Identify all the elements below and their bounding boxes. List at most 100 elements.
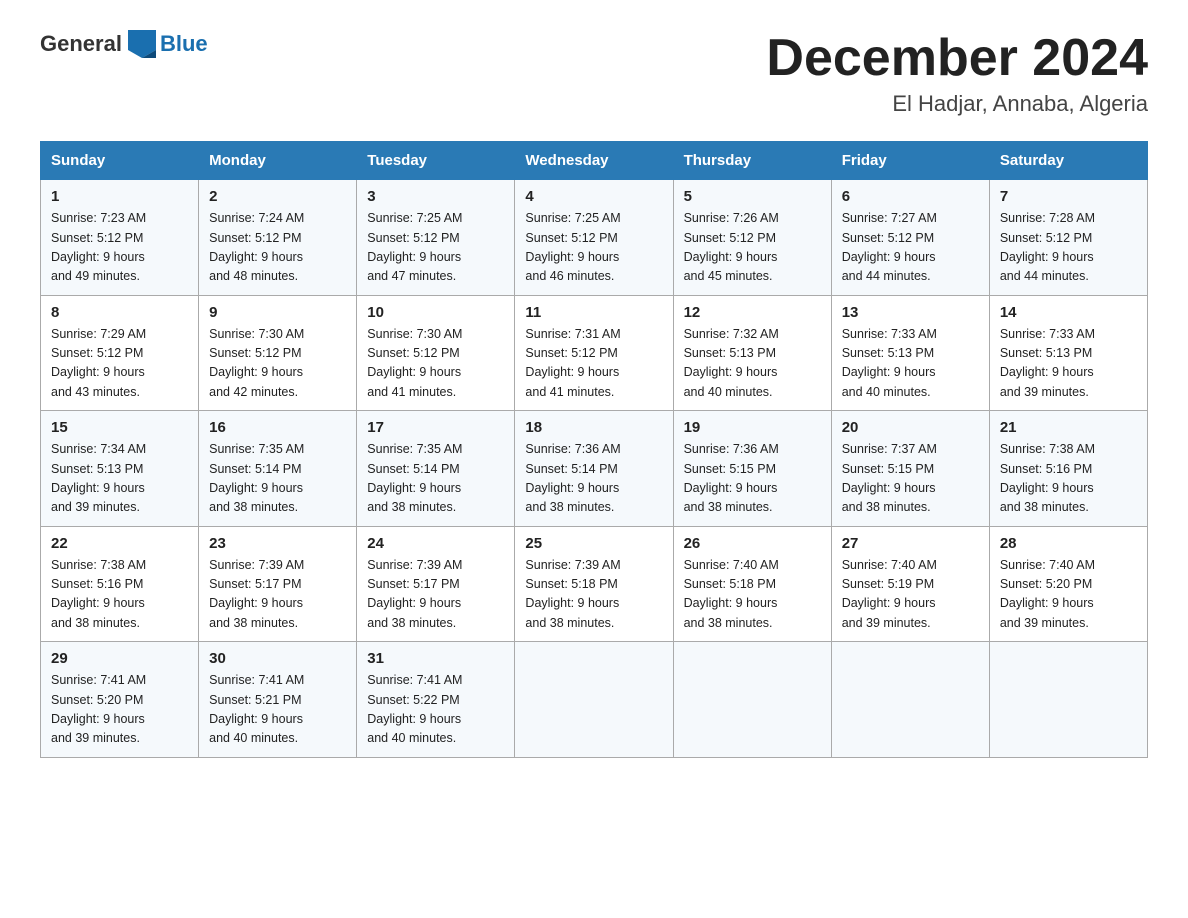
- day-info: Sunrise: 7:38 AM Sunset: 5:16 PM Dayligh…: [51, 556, 188, 634]
- calendar-cell: 16 Sunrise: 7:35 AM Sunset: 5:14 PM Dayli…: [199, 411, 357, 527]
- day-info: Sunrise: 7:34 AM Sunset: 5:13 PM Dayligh…: [51, 440, 188, 518]
- day-info: Sunrise: 7:23 AM Sunset: 5:12 PM Dayligh…: [51, 209, 188, 287]
- day-number: 25: [525, 535, 662, 552]
- day-info: Sunrise: 7:36 AM Sunset: 5:15 PM Dayligh…: [684, 440, 821, 518]
- title-block: December 2024 El Hadjar, Annaba, Algeria: [766, 30, 1148, 117]
- day-number: 23: [209, 535, 346, 552]
- page-header: General Blue December 2024 El Hadjar, An…: [40, 30, 1148, 117]
- day-number: 10: [367, 304, 504, 321]
- column-header-friday: Friday: [831, 142, 989, 180]
- day-number: 11: [525, 304, 662, 321]
- day-info: Sunrise: 7:41 AM Sunset: 5:22 PM Dayligh…: [367, 671, 504, 749]
- column-header-sunday: Sunday: [41, 142, 199, 180]
- logo: General Blue: [40, 30, 208, 58]
- calendar-cell: 4 Sunrise: 7:25 AM Sunset: 5:12 PM Daylig…: [515, 180, 673, 296]
- logo-general: General: [40, 31, 122, 57]
- calendar-cell: 15Sunrise: 7:34 AM Sunset: 5:13 PM Dayli…: [41, 411, 199, 527]
- day-number: 22: [51, 535, 188, 552]
- calendar-cell: 19 Sunrise: 7:36 AM Sunset: 5:15 PM Dayli…: [673, 411, 831, 527]
- calendar-cell: 11 Sunrise: 7:31 AM Sunset: 5:12 PM Dayli…: [515, 295, 673, 411]
- day-number: 16: [209, 419, 346, 436]
- day-number: 24: [367, 535, 504, 552]
- calendar-week-row: 29Sunrise: 7:41 AM Sunset: 5:20 PM Dayli…: [41, 642, 1148, 758]
- day-number: 19: [684, 419, 821, 436]
- day-number: 21: [1000, 419, 1137, 436]
- calendar-cell: 22 Sunrise: 7:38 AM Sunset: 5:16 PM Dayli…: [41, 526, 199, 642]
- day-info: Sunrise: 7:29 AM Sunset: 5:12 PM Dayligh…: [51, 325, 188, 403]
- day-number: 7: [1000, 188, 1137, 205]
- calendar-cell: 2 Sunrise: 7:24 AM Sunset: 5:12 PM Daylig…: [199, 180, 357, 296]
- day-info: Sunrise: 7:40 AM Sunset: 5:18 PM Dayligh…: [684, 556, 821, 634]
- day-info: Sunrise: 7:31 AM Sunset: 5:12 PM Dayligh…: [525, 325, 662, 403]
- calendar-cell: 28 Sunrise: 7:40 AM Sunset: 5:20 PM Dayli…: [989, 526, 1147, 642]
- day-info: Sunrise: 7:30 AM Sunset: 5:12 PM Dayligh…: [209, 325, 346, 403]
- calendar-cell: 29Sunrise: 7:41 AM Sunset: 5:20 PM Dayli…: [41, 642, 199, 758]
- day-info: Sunrise: 7:30 AM Sunset: 5:12 PM Dayligh…: [367, 325, 504, 403]
- column-header-thursday: Thursday: [673, 142, 831, 180]
- day-info: Sunrise: 7:27 AM Sunset: 5:12 PM Dayligh…: [842, 209, 979, 287]
- calendar-cell: 24 Sunrise: 7:39 AM Sunset: 5:17 PM Dayli…: [357, 526, 515, 642]
- calendar-cell: [989, 642, 1147, 758]
- calendar-week-row: 1Sunrise: 7:23 AM Sunset: 5:12 PM Daylig…: [41, 180, 1148, 296]
- day-number: 28: [1000, 535, 1137, 552]
- day-info: Sunrise: 7:26 AM Sunset: 5:12 PM Dayligh…: [684, 209, 821, 287]
- day-number: 14: [1000, 304, 1137, 321]
- calendar-cell: 14Sunrise: 7:33 AM Sunset: 5:13 PM Dayli…: [989, 295, 1147, 411]
- calendar-cell: 23 Sunrise: 7:39 AM Sunset: 5:17 PM Dayli…: [199, 526, 357, 642]
- day-number: 2: [209, 188, 346, 205]
- calendar-cell: 9Sunrise: 7:30 AM Sunset: 5:12 PM Daylig…: [199, 295, 357, 411]
- calendar-cell: 30 Sunrise: 7:41 AM Sunset: 5:21 PM Dayli…: [199, 642, 357, 758]
- calendar-cell: [673, 642, 831, 758]
- column-header-wednesday: Wednesday: [515, 142, 673, 180]
- day-info: Sunrise: 7:32 AM Sunset: 5:13 PM Dayligh…: [684, 325, 821, 403]
- calendar-cell: [831, 642, 989, 758]
- day-number: 26: [684, 535, 821, 552]
- day-number: 4: [525, 188, 662, 205]
- day-info: Sunrise: 7:39 AM Sunset: 5:18 PM Dayligh…: [525, 556, 662, 634]
- day-number: 27: [842, 535, 979, 552]
- day-info: Sunrise: 7:39 AM Sunset: 5:17 PM Dayligh…: [209, 556, 346, 634]
- calendar-cell: 13 Sunrise: 7:33 AM Sunset: 5:13 PM Dayli…: [831, 295, 989, 411]
- day-info: Sunrise: 7:36 AM Sunset: 5:14 PM Dayligh…: [525, 440, 662, 518]
- column-header-tuesday: Tuesday: [357, 142, 515, 180]
- calendar-week-row: 8 Sunrise: 7:29 AM Sunset: 5:12 PM Daylig…: [41, 295, 1148, 411]
- calendar-cell: 21Sunrise: 7:38 AM Sunset: 5:16 PM Dayli…: [989, 411, 1147, 527]
- day-info: Sunrise: 7:33 AM Sunset: 5:13 PM Dayligh…: [842, 325, 979, 403]
- calendar-header-row: SundayMondayTuesdayWednesdayThursdayFrid…: [41, 142, 1148, 180]
- column-header-monday: Monday: [199, 142, 357, 180]
- calendar-cell: 12Sunrise: 7:32 AM Sunset: 5:13 PM Dayli…: [673, 295, 831, 411]
- calendar-cell: 25 Sunrise: 7:39 AM Sunset: 5:18 PM Dayli…: [515, 526, 673, 642]
- calendar-cell: [515, 642, 673, 758]
- day-number: 18: [525, 419, 662, 436]
- location-title: El Hadjar, Annaba, Algeria: [766, 91, 1148, 117]
- day-info: Sunrise: 7:39 AM Sunset: 5:17 PM Dayligh…: [367, 556, 504, 634]
- day-info: Sunrise: 7:35 AM Sunset: 5:14 PM Dayligh…: [209, 440, 346, 518]
- day-number: 8: [51, 304, 188, 321]
- calendar-cell: 31 Sunrise: 7:41 AM Sunset: 5:22 PM Dayli…: [357, 642, 515, 758]
- day-info: Sunrise: 7:35 AM Sunset: 5:14 PM Dayligh…: [367, 440, 504, 518]
- calendar-cell: 18 Sunrise: 7:36 AM Sunset: 5:14 PM Dayli…: [515, 411, 673, 527]
- day-info: Sunrise: 7:40 AM Sunset: 5:19 PM Dayligh…: [842, 556, 979, 634]
- day-number: 13: [842, 304, 979, 321]
- day-info: Sunrise: 7:40 AM Sunset: 5:20 PM Dayligh…: [1000, 556, 1137, 634]
- day-number: 30: [209, 650, 346, 667]
- day-number: 31: [367, 650, 504, 667]
- month-title: December 2024: [766, 30, 1148, 87]
- day-number: 3: [367, 188, 504, 205]
- day-info: Sunrise: 7:24 AM Sunset: 5:12 PM Dayligh…: [209, 209, 346, 287]
- calendar-cell: 1Sunrise: 7:23 AM Sunset: 5:12 PM Daylig…: [41, 180, 199, 296]
- calendar-week-row: 22 Sunrise: 7:38 AM Sunset: 5:16 PM Dayli…: [41, 526, 1148, 642]
- day-info: Sunrise: 7:37 AM Sunset: 5:15 PM Dayligh…: [842, 440, 979, 518]
- day-info: Sunrise: 7:41 AM Sunset: 5:21 PM Dayligh…: [209, 671, 346, 749]
- day-info: Sunrise: 7:25 AM Sunset: 5:12 PM Dayligh…: [367, 209, 504, 287]
- calendar-cell: 5Sunrise: 7:26 AM Sunset: 5:12 PM Daylig…: [673, 180, 831, 296]
- calendar-cell: 6 Sunrise: 7:27 AM Sunset: 5:12 PM Daylig…: [831, 180, 989, 296]
- calendar-cell: 7Sunrise: 7:28 AM Sunset: 5:12 PM Daylig…: [989, 180, 1147, 296]
- calendar-cell: 17 Sunrise: 7:35 AM Sunset: 5:14 PM Dayli…: [357, 411, 515, 527]
- day-number: 17: [367, 419, 504, 436]
- calendar-cell: 8 Sunrise: 7:29 AM Sunset: 5:12 PM Daylig…: [41, 295, 199, 411]
- calendar-cell: 20Sunrise: 7:37 AM Sunset: 5:15 PM Dayli…: [831, 411, 989, 527]
- day-number: 29: [51, 650, 188, 667]
- day-number: 6: [842, 188, 979, 205]
- day-info: Sunrise: 7:25 AM Sunset: 5:12 PM Dayligh…: [525, 209, 662, 287]
